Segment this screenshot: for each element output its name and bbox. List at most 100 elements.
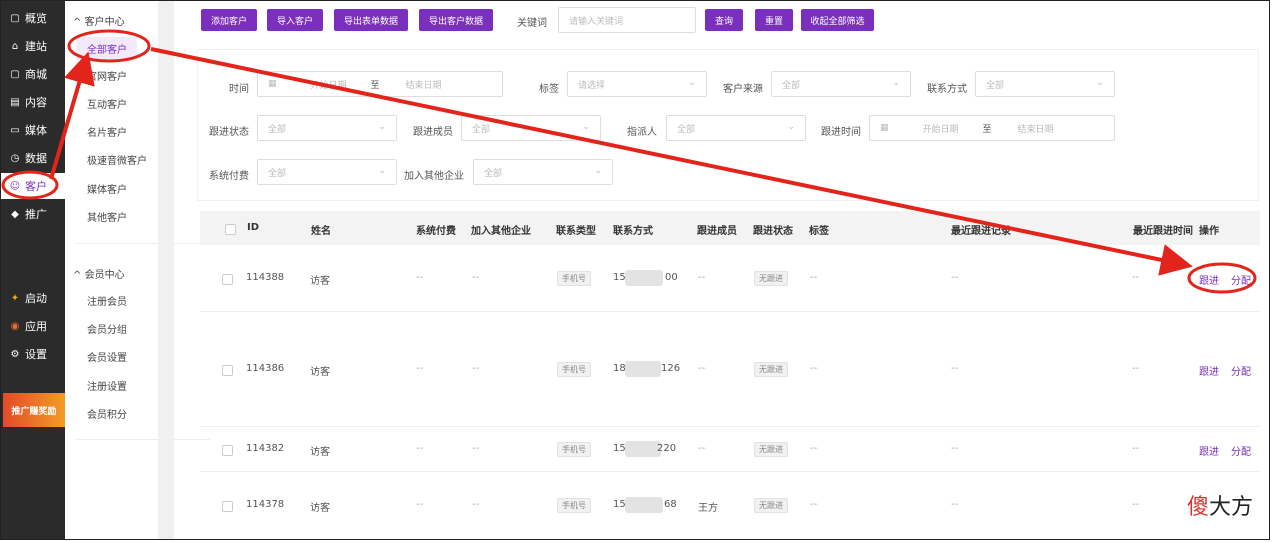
export-customer-button[interactable]: 导出客户数据 (419, 9, 493, 31)
nav-label: 媒体 (25, 124, 47, 137)
col-recent-record: 最近跟进记录 (951, 226, 1011, 237)
follow-up-link[interactable]: 跟进 (1199, 443, 1219, 458)
phone-redaction (625, 497, 663, 513)
promo-banner[interactable]: 推广赚奖励 (3, 393, 65, 427)
submenu-item-card-customers[interactable]: 名片客户 (87, 124, 127, 139)
calendar-icon: ▦ (880, 123, 889, 133)
assignee-select[interactable]: 全部 ⌄ (666, 115, 806, 141)
follow-member-select[interactable]: 全部 ⌄ (461, 115, 601, 141)
submenu-item-web-customers[interactable]: 官网客户 (87, 68, 127, 83)
assign-link[interactable]: 分配 (1231, 272, 1251, 287)
nav-label: 应用 (25, 320, 47, 333)
nav-item-media[interactable]: ▭ 媒体 (1, 117, 65, 143)
reset-button[interactable]: 重置 (755, 9, 793, 31)
cell-id: 114388 (246, 272, 285, 283)
nav-item-launch[interactable]: ✦ 启动 (1, 285, 65, 311)
follow-end-placeholder: 结束日期 (1017, 124, 1054, 135)
submenu-group-member[interactable]: ^ 会员中心 (73, 266, 125, 281)
submenu-divider (75, 243, 210, 244)
chevron-down-icon: ⌄ (582, 122, 590, 132)
collapse-filters-button[interactable]: 收起全部筛选 (801, 9, 874, 31)
time-range-picker[interactable]: ▦ 开始日期 至 结束日期 (257, 71, 503, 97)
paid-select[interactable]: 全部 ⌄ (257, 159, 397, 185)
follow-status-label: 跟进状态 (209, 127, 249, 138)
source-select[interactable]: 全部 ⌄ (771, 71, 911, 97)
nav-item-settings[interactable]: ⚙ 设置 (1, 341, 65, 367)
search-button[interactable]: 查询 (705, 9, 743, 31)
submenu-group-title: 会员中心 (84, 270, 125, 281)
row-divider (200, 426, 1260, 427)
submenu: ^ 客户中心 全部客户 官网客户 互动客户 名片客户 极速音微客户 媒体客户 其… (65, 1, 210, 539)
status-badge: 无跟进 (754, 442, 788, 457)
nav-item-shop[interactable]: ▢ 商城 (1, 61, 65, 87)
follow-status-value: 全部 (268, 124, 287, 135)
cell-phone-prefix: 18 (613, 363, 626, 374)
row-checkbox[interactable] (222, 274, 233, 285)
submenu-item-member-points[interactable]: 会员积分 (87, 406, 127, 421)
cell-paid: -- (416, 443, 424, 454)
cell-tag: -- (810, 499, 818, 510)
cell-record: -- (951, 272, 959, 283)
assign-link[interactable]: 分配 (1231, 363, 1251, 378)
nav-label: 数据 (25, 152, 47, 165)
nav-item-data[interactable]: ◷ 数据 (1, 145, 65, 171)
tag-label: 标签 (539, 84, 559, 95)
nav-label: 商城 (25, 68, 47, 81)
follow-status-select[interactable]: 全部 ⌄ (257, 115, 397, 141)
chevron-down-icon: ⌄ (378, 122, 386, 132)
contact-select[interactable]: 全部 ⌄ (975, 71, 1115, 97)
cell-phone-suffix: 00 (665, 272, 678, 283)
keyword-input[interactable]: 请输入关键词 (558, 7, 696, 33)
nav-label: 建站 (25, 40, 47, 53)
assignee-value: 全部 (677, 124, 696, 135)
cell-id: 114386 (246, 363, 285, 374)
add-customer-button[interactable]: 添加客户 (201, 9, 257, 31)
follow-up-link[interactable]: 跟进 (1199, 272, 1219, 287)
submenu-item-member-settings[interactable]: 会员设置 (87, 349, 127, 364)
submenu-item-other-customers[interactable]: 其他客户 (87, 209, 127, 224)
submenu-item-fast-customers[interactable]: 极速音微客户 (87, 152, 147, 167)
follow-time-range-picker[interactable]: ▦ 开始日期 至 结束日期 (869, 115, 1115, 141)
row-checkbox[interactable] (222, 445, 233, 456)
nav-item-apps[interactable]: ◉ 应用 (1, 313, 65, 339)
follow-member-label: 跟进成员 (413, 127, 453, 138)
contact-type-tag: 手机号 (557, 271, 591, 286)
nav-item-content[interactable]: ▤ 内容 (1, 89, 65, 115)
submenu-item-register-settings[interactable]: 注册设置 (87, 378, 127, 393)
submenu-item-interactive-customers[interactable]: 互动客户 (87, 96, 127, 111)
range-separator: 至 (982, 124, 992, 135)
row-checkbox[interactable] (222, 501, 233, 512)
nav-item-overview[interactable]: ▢ 概览 (1, 5, 65, 31)
media-icon: ▭ (10, 124, 20, 136)
other-enterprise-select[interactable]: 全部 ⌄ (473, 159, 613, 185)
cell-tag: -- (810, 363, 818, 374)
col-id[interactable]: ID (247, 222, 259, 233)
assign-link[interactable]: 分配 (1231, 443, 1251, 458)
submenu-item-all-customers[interactable]: 全部客户 (77, 37, 137, 60)
export-form-button[interactable]: 导出表单数据 (334, 9, 408, 31)
row-checkbox[interactable] (222, 365, 233, 376)
select-all-checkbox[interactable] (225, 224, 236, 235)
status-badge: 无跟进 (754, 271, 788, 286)
follow-up-link[interactable]: 跟进 (1199, 363, 1219, 378)
cell-phone-suffix: 68 (664, 499, 677, 510)
nav-item-customer[interactable]: ☺ 客户 (1, 173, 65, 199)
submenu-group-customer[interactable]: ^ 客户中心 (73, 13, 125, 28)
watermark-logo: 傻大方 (1187, 489, 1253, 521)
user-icon: ☺ (9, 180, 21, 192)
nav-label: 启动 (25, 292, 47, 305)
submenu-item-register-member[interactable]: 注册会员 (87, 293, 127, 308)
cell-phone-suffix: 126 (661, 363, 681, 374)
nav-item-site[interactable]: ⌂ 建站 (1, 33, 65, 59)
tag-select[interactable]: 请选择 ⌄ (567, 71, 707, 97)
col-recent-time: 最近跟进时间 (1133, 226, 1193, 237)
other-enterprise-value: 全部 (484, 168, 503, 179)
cell-name: 访客 (310, 447, 330, 458)
nav-label: 推广 (25, 208, 47, 221)
nav-item-promote[interactable]: ◆ 推广 (1, 201, 65, 227)
import-customer-button[interactable]: 导入客户 (267, 9, 323, 31)
cell-paid: -- (416, 499, 424, 510)
submenu-item-media-customers[interactable]: 媒体客户 (87, 181, 127, 196)
cell-phone-prefix: 15 (613, 272, 626, 283)
submenu-item-member-group[interactable]: 会员分组 (87, 321, 127, 336)
